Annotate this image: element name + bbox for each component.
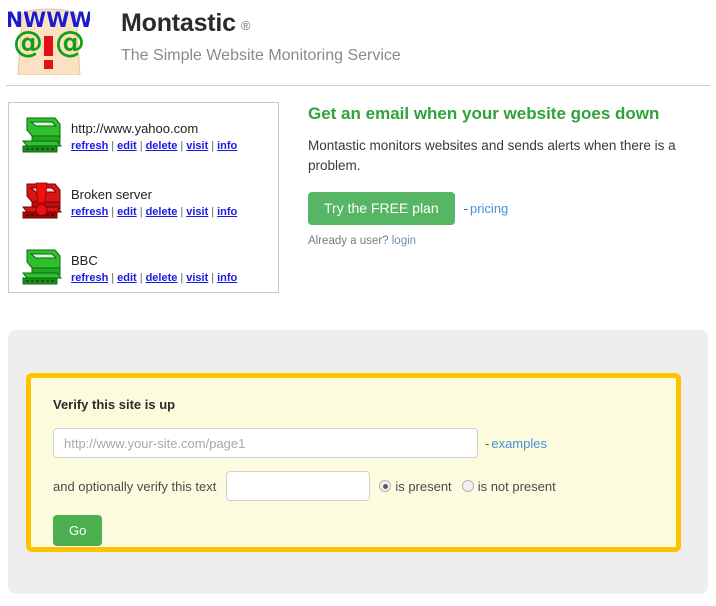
try-free-plan-button[interactable]: Try the FREE plan [308,191,455,225]
promo-section: Get an email when your website goes down… [308,104,703,247]
optional-text-label: and optionally verify this text [53,478,217,494]
promo-heading: Get an email when your website goes down [308,104,660,123]
cta-dash: - [463,200,468,216]
promo-cta-row: Try the FREE plan - pricing [308,191,703,225]
svg-text:@: @ [55,25,85,60]
separator: | [139,205,143,218]
edit-link[interactable]: edit [117,140,137,152]
visit-link[interactable]: visit [186,272,208,284]
radio-unselected-icon[interactable] [461,480,474,492]
radio-selected-icon[interactable] [379,480,392,492]
radio-is-present-label: is present [395,478,452,494]
separator: | [180,139,184,152]
site-name: BBC [71,253,98,268]
info-link[interactable]: info [217,206,237,218]
registered-mark: ® [240,18,251,33]
separator: | [111,271,115,284]
header-divider [6,85,710,86]
info-link[interactable]: info [217,272,237,284]
verify-text-input[interactable] [226,471,371,501]
title-block: Montastic ® The Simple Website Monitorin… [121,5,401,65]
tagline: The Simple Website Monitoring Service [121,47,401,64]
page-header: NWWW @ @ Montastic ® The Simple Website … [0,0,716,76]
monitored-sites-box: http://www.yahoo.com refresh | edit | delete… [8,102,279,293]
server-up-icon [19,114,65,156]
already-user-row: Already a user? login [308,235,703,247]
site-name: http://www.yahoo.com [71,121,199,136]
presence-radio-group: is present is not present [379,478,556,494]
brand-name: Montastic [121,9,236,37]
separator: | [180,205,184,218]
separator: | [180,271,184,284]
server-down-icon [19,180,65,222]
delete-link[interactable]: delete [146,140,178,152]
separator: | [139,271,143,284]
verify-panel-background: Verify this site is up -examples and opt… [8,330,708,594]
separator: | [211,205,215,218]
page-title: Montastic ® [121,11,401,36]
site-actions: refresh | edit | delete | visit | info [71,272,237,284]
visit-link[interactable]: visit [186,206,208,218]
url-row: -examples [53,428,676,458]
visit-link[interactable]: visit [186,140,208,152]
radio-is-not-present-label: is not present [477,478,556,494]
site-actions: refresh | edit | delete | visit | info [71,140,237,152]
montastic-face-logo: NWWW @ @ [8,5,90,75]
examples-dash: - [485,435,490,451]
separator: | [211,271,215,284]
site-name: Broken server [71,187,152,202]
examples-link[interactable]: examples [491,436,547,451]
site-info: BBC refresh | edit | delete | visit | info [71,246,237,284]
verify-site-form: Verify this site is up -examples and opt… [26,373,681,552]
separator: | [211,139,215,152]
delete-link[interactable]: delete [146,272,178,284]
go-button[interactable]: Go [53,515,103,546]
refresh-link[interactable]: refresh [71,272,108,284]
list-item[interactable]: BBC refresh | edit | delete | visit | info [9,246,278,301]
refresh-link[interactable]: refresh [71,140,108,152]
radio-is-not-present[interactable]: is not present [461,478,556,494]
site-url-input[interactable] [53,428,478,458]
info-link[interactable]: info [217,140,237,152]
verify-form-title: Verify this site is up [53,397,176,412]
already-user-label: Already a user? [308,234,389,247]
list-item[interactable]: Broken server refresh | edit | delete | visit |… [9,180,278,235]
optional-text-row: and optionally verify this text is prese… [53,471,676,501]
refresh-link[interactable]: refresh [71,206,108,218]
server-up-icon [19,246,65,288]
delete-link[interactable]: delete [146,206,178,218]
site-info: http://www.yahoo.com refresh | edit | delete… [71,114,237,152]
edit-link[interactable]: edit [117,272,137,284]
promo-body: Montastic monitors websites and sends al… [308,138,676,173]
list-item[interactable]: http://www.yahoo.com refresh | edit | delete… [9,114,278,169]
pricing-wrap: - pricing [464,201,509,216]
site-info: Broken server refresh | edit | delete | visit |… [71,180,237,218]
login-link[interactable]: login [392,235,416,247]
separator: | [139,139,143,152]
site-actions: refresh | edit | delete | visit | info [71,206,237,218]
svg-text:@: @ [13,25,43,60]
separator: | [111,205,115,218]
examples-wrap: - examples [485,436,547,451]
separator: | [111,139,115,152]
edit-link[interactable]: edit [117,206,137,218]
radio-is-present[interactable]: is present [379,478,452,494]
pricing-link[interactable]: pricing [470,201,508,216]
